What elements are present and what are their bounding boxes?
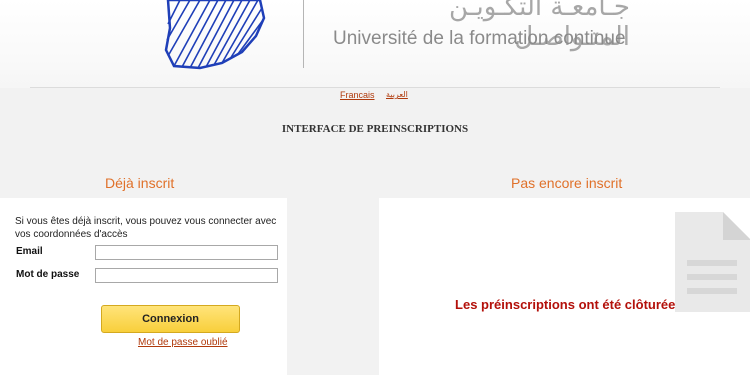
header-separator bbox=[30, 87, 720, 88]
site-header: جـامعـة التكـويـن المتـواصـل Université … bbox=[0, 0, 750, 88]
email-label: Email bbox=[16, 246, 43, 257]
document-icon bbox=[675, 212, 750, 312]
language-link-french[interactable]: Francais bbox=[340, 90, 375, 100]
password-label: Mot de passe bbox=[16, 269, 80, 280]
login-intro-text: Si vous êtes déjà inscrit, vous pouvez v… bbox=[15, 216, 277, 240]
register-section-title: Pas encore inscrit bbox=[511, 175, 623, 191]
header-divider bbox=[303, 0, 304, 68]
login-section-title: Déjà inscrit bbox=[105, 175, 175, 191]
university-logo bbox=[164, 0, 266, 70]
password-field[interactable] bbox=[95, 268, 278, 283]
forgot-password-link[interactable]: Mot de passe oublié bbox=[138, 337, 228, 348]
page-title: INTERFACE DE PREINSCRIPTIONS bbox=[281, 123, 469, 135]
language-link-arabic[interactable]: العربية bbox=[386, 90, 408, 99]
university-name-french: Université de la formation continue bbox=[333, 28, 626, 49]
email-field[interactable] bbox=[95, 245, 278, 260]
connexion-button[interactable]: Connexion bbox=[101, 305, 240, 333]
